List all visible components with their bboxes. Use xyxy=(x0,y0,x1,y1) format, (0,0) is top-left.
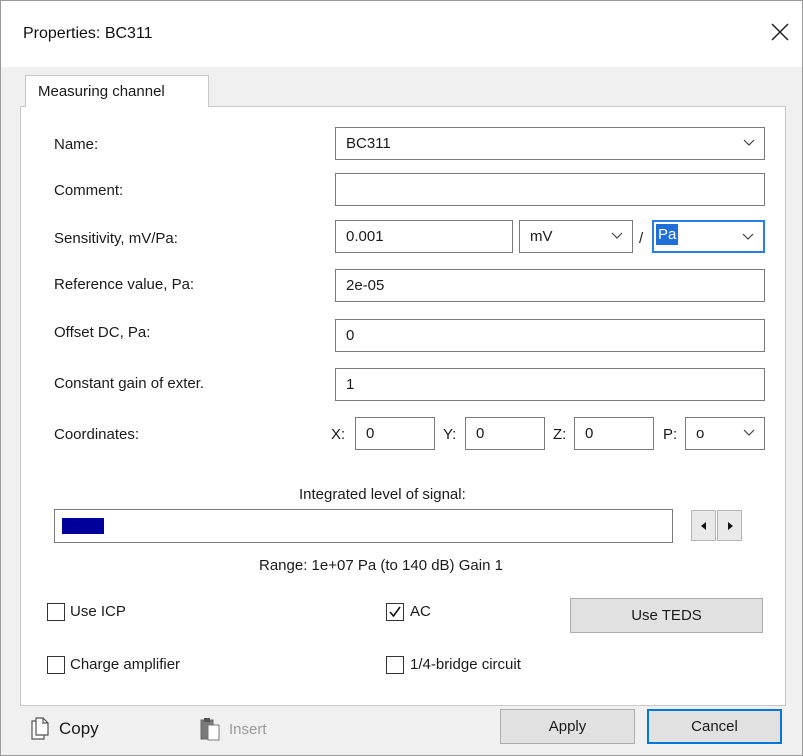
coord-z-label: Z: xyxy=(553,426,567,443)
coord-x-label: X: xyxy=(331,426,346,443)
tab-label: Measuring channel xyxy=(38,83,165,100)
close-button[interactable] xyxy=(765,17,795,47)
offset-field[interactable]: 0 xyxy=(335,319,765,352)
unit-numerator-value: mV xyxy=(530,228,553,245)
offset-label: Offset DC, Pa: xyxy=(54,324,151,341)
title-bar: Properties: BC311 xyxy=(1,1,802,67)
comment-label: Comment: xyxy=(54,182,124,199)
coordinates-label: Coordinates: xyxy=(54,426,140,443)
sensitivity-label: Sensitivity, mV/Pa: xyxy=(54,230,178,247)
quarter-bridge-label: 1/4-bridge circuit xyxy=(410,656,521,673)
coord-y-label: Y: xyxy=(443,426,457,443)
range-text: Range: 1e+07 Pa (to 140 dB) Gain 1 xyxy=(259,557,503,574)
apply-button[interactable]: Apply xyxy=(500,709,635,744)
coord-p-value: o xyxy=(696,425,705,442)
paste-icon xyxy=(200,718,220,741)
coord-p-label: P: xyxy=(663,426,678,443)
triangle-left-icon xyxy=(700,522,706,530)
level-decrease-button[interactable] xyxy=(691,510,716,541)
signal-level-meter xyxy=(54,509,673,543)
comment-field[interactable] xyxy=(335,173,765,206)
name-value: BC311 xyxy=(346,135,391,152)
unit-separator: / xyxy=(639,230,644,247)
chevron-down-icon xyxy=(742,233,754,240)
charge-amplifier-label: Charge amplifier xyxy=(70,656,181,673)
chevron-down-icon xyxy=(611,232,623,239)
copy-button[interactable]: Copy xyxy=(29,717,99,741)
use-teds-button[interactable]: Use TEDS xyxy=(570,598,763,633)
signal-level-fill xyxy=(62,518,104,534)
insert-label: Insert xyxy=(229,720,267,738)
name-combo[interactable]: BC311 xyxy=(335,127,765,160)
signal-level-title: Integrated level of signal: xyxy=(299,486,466,503)
checkmark-icon xyxy=(389,606,401,618)
coord-p-select[interactable]: o xyxy=(685,417,765,450)
cancel-button[interactable]: Cancel xyxy=(647,709,782,744)
close-icon xyxy=(771,23,789,41)
tab-measuring-channel[interactable]: Measuring channel xyxy=(25,75,209,107)
use-icp-label: Use ICP xyxy=(70,603,126,620)
properties-dialog: Properties: BC311 Measuring channel Name… xyxy=(0,0,803,756)
ac-checkbox[interactable] xyxy=(386,603,404,621)
chevron-down-icon xyxy=(743,139,755,146)
charge-amplifier-checkbox[interactable] xyxy=(47,656,65,674)
reference-label: Reference value, Pa: xyxy=(54,276,195,293)
gain-label: Constant gain of exter. xyxy=(54,375,205,392)
gain-field[interactable]: 1 xyxy=(335,368,765,401)
triangle-right-icon xyxy=(727,522,733,530)
level-increase-button[interactable] xyxy=(717,510,742,541)
reference-field[interactable]: 2e-05 xyxy=(335,269,765,302)
unit-denominator-select[interactable]: Pa xyxy=(652,220,765,253)
unit-denominator-value: Pa xyxy=(656,224,679,245)
use-icp-checkbox[interactable] xyxy=(47,603,65,621)
window-title: Properties: BC311 xyxy=(23,25,153,42)
copy-label: Copy xyxy=(59,719,99,738)
unit-numerator-select[interactable]: mV xyxy=(519,220,633,253)
coord-z-field[interactable]: 0 xyxy=(574,417,654,450)
insert-button[interactable]: Insert xyxy=(199,717,267,741)
ac-label: AC xyxy=(410,603,431,620)
coord-x-field[interactable]: 0 xyxy=(355,417,435,450)
sensitivity-field[interactable]: 0.001 xyxy=(335,220,513,253)
coord-y-field[interactable]: 0 xyxy=(465,417,545,450)
quarter-bridge-checkbox[interactable] xyxy=(386,656,404,674)
chevron-down-icon xyxy=(743,429,755,436)
copy-icon xyxy=(31,717,49,740)
name-label: Name: xyxy=(54,136,99,153)
